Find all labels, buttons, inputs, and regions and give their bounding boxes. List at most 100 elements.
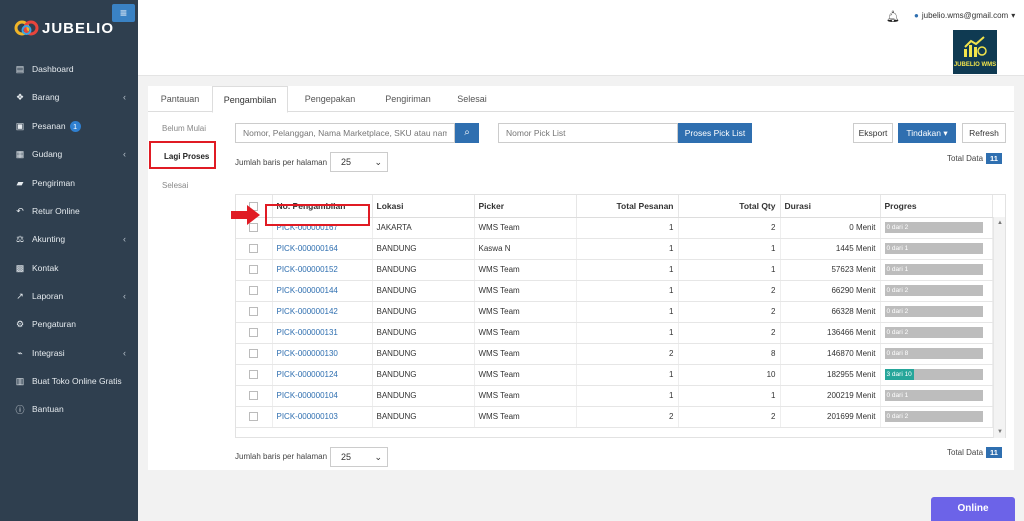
cell-total-qty: 2	[678, 217, 781, 239]
truck-icon: ▰	[16, 177, 24, 188]
row-checkbox[interactable]	[249, 412, 259, 422]
col-lokasi[interactable]: Lokasi	[372, 195, 475, 218]
cell-no-pengambilan: PICK-000000124	[272, 364, 373, 386]
pick-number-link[interactable]: PICK-000000103	[277, 412, 338, 421]
sidebar-item-kontak[interactable]: ▩ Kontak	[0, 257, 138, 279]
table-row[interactable]: PICK-000000103 BANDUNG WMS Team 2 2 201699 Me…	[236, 406, 993, 428]
picklist-number-input[interactable]	[498, 123, 678, 143]
table-scrollbar[interactable]: ▲ ▼	[993, 217, 1005, 438]
scroll-up-icon[interactable]: ▲	[997, 220, 1003, 226]
substep-selesai[interactable]: Selesai	[162, 181, 188, 190]
tab-selesai[interactable]: Selesai	[444, 86, 500, 112]
substep-belum-mulai[interactable]: Belum Mulai	[162, 124, 206, 133]
cell-total-pesanan: 1	[576, 238, 679, 260]
tab-pengiriman[interactable]: Pengiriman	[370, 86, 446, 112]
sidebar-item-pengiriman[interactable]: ▰ Pengiriman	[0, 172, 138, 194]
progress-bar: 0 dari 2	[884, 327, 983, 338]
chart-area-icon: ▤	[15, 63, 25, 74]
sidebar-item-label: Buat Toko Online Gratis	[32, 376, 122, 386]
row-checkbox[interactable]	[249, 307, 259, 317]
tab-pengepakan[interactable]: Pengepakan	[292, 86, 368, 112]
cell-picker: WMS Team	[474, 301, 577, 323]
pick-number-link[interactable]: PICK-000000144	[277, 286, 338, 295]
user-menu[interactable]: ● jubelio.wms@gmail.com ▾	[914, 11, 1015, 20]
tab-pengambilan[interactable]: Pengambilan	[212, 86, 288, 113]
pick-number-link[interactable]: PICK-000000104	[277, 391, 338, 400]
row-checkbox[interactable]	[249, 370, 259, 380]
total-data-label-bottom: Total Data	[947, 448, 984, 457]
cell-picker: WMS Team	[474, 322, 577, 344]
search-input[interactable]	[235, 123, 455, 143]
row-checkbox[interactable]	[249, 349, 259, 359]
table-row[interactable]: PICK-000000104 BANDUNG WMS Team 1 1 200219 Me…	[236, 385, 993, 407]
progress-bar: 0 dari 2	[884, 306, 983, 317]
scroll-down-icon[interactable]: ▼	[997, 429, 1003, 435]
brand-name: JUBELIO	[42, 20, 115, 37]
col-progres[interactable]: Progres	[880, 195, 993, 218]
proses-pick-list-button[interactable]: Proses Pick List	[678, 123, 752, 143]
pick-list-table: No. Pengambilan Lokasi Picker Total Pesa…	[235, 194, 1006, 438]
cell-lokasi: BANDUNG	[372, 385, 475, 407]
sidebar-item-retur-online[interactable]: ↶ Retur Online	[0, 200, 138, 222]
sidebar-item-akunting[interactable]: ⚖ Akunting ‹	[0, 228, 138, 250]
question-circle-icon: ⓘ	[15, 404, 25, 415]
sidebar-item-label: Pengaturan	[32, 319, 76, 329]
chevron-left-icon: ‹	[123, 149, 126, 159]
sidebar-item-dashboard[interactable]: ▤ Dashboard	[0, 58, 138, 80]
row-checkbox[interactable]	[249, 391, 259, 401]
sidebar-item-pengaturan[interactable]: ⚙ Pengaturan	[0, 313, 138, 335]
col-durasi[interactable]: Durasi	[780, 195, 881, 218]
sidebar-item-integrasi[interactable]: ⌁ Integrasi ‹	[0, 342, 138, 364]
cell-durasi: 66290 Menit	[780, 280, 881, 302]
search-button[interactable]: ⌕	[455, 123, 479, 143]
sidebar-item-laporan[interactable]: ↗ Laporan ‹	[0, 285, 138, 307]
refresh-button[interactable]: Refresh	[962, 123, 1006, 143]
pick-number-link[interactable]: PICK-000000130	[277, 349, 338, 358]
sidebar-item-label: Pesanan	[32, 121, 66, 131]
progress-bar: 0 dari 1	[884, 243, 983, 254]
bell-icon[interactable]: 🔔︎	[886, 10, 900, 23]
cell-no-pengambilan: PICK-000000152	[272, 259, 373, 281]
col-picker[interactable]: Picker	[474, 195, 577, 218]
sidebar-item-barang[interactable]: ❖ Barang ‹	[0, 86, 138, 108]
table-row[interactable]: PICK-000000131 BANDUNG WMS Team 1 2 136466 Me…	[236, 322, 993, 344]
cell-durasi: 1445 Menit	[780, 238, 881, 260]
col-total-qty[interactable]: Total Qty	[678, 195, 781, 218]
tindakan-dropdown-button[interactable]: Tindakan ▾	[898, 123, 956, 143]
eksport-button[interactable]: Eksport	[853, 123, 893, 143]
table-row[interactable]: PICK-000000124 BANDUNG WMS Team 1 10 182955 M…	[236, 364, 993, 386]
table-row[interactable]: PICK-000000130 BANDUNG WMS Team 2 8 146870 Me…	[236, 343, 993, 365]
pesanan-count-badge: 1	[69, 120, 81, 132]
cell-progres: 0 dari 8	[880, 343, 993, 365]
sidebar-item-buat-toko-online-gratis[interactable]: ▥ Buat Toko Online Gratis	[0, 370, 138, 392]
rows-per-page-select-bottom[interactable]: 25 ⌄	[330, 447, 388, 467]
row-checkbox[interactable]	[249, 286, 259, 296]
col-total-pesanan[interactable]: Total Pesanan	[576, 195, 679, 218]
pick-number-link[interactable]: PICK-000000124	[277, 370, 338, 379]
cell-progres: 0 dari 2	[880, 217, 993, 239]
cell-lokasi: BANDUNG	[372, 280, 475, 302]
row-checkbox[interactable]	[249, 244, 259, 254]
row-checkbox[interactable]	[249, 328, 259, 338]
online-status-button[interactable]: Online	[931, 497, 1015, 521]
table-row[interactable]: PICK-000000144 BANDUNG WMS Team 1 2 66290 Men…	[236, 280, 993, 302]
row-checkbox[interactable]	[249, 265, 259, 275]
pick-number-link[interactable]: PICK-000000142	[277, 307, 338, 316]
cell-no-pengambilan: PICK-000000130	[272, 343, 373, 365]
rows-per-page-select[interactable]: 25 ⌄	[330, 152, 388, 172]
table-row[interactable]: PICK-000000164 BANDUNG Kaswa N 1 1 1445 Menit…	[236, 238, 993, 260]
cart-icon: ▥	[15, 375, 25, 386]
pick-number-link[interactable]: PICK-000000164	[277, 244, 338, 253]
sidebar-item-bantuan[interactable]: ⓘ Bantuan	[0, 398, 138, 420]
table-row[interactable]: PICK-000000142 BANDUNG WMS Team 1 2 66328 Men…	[236, 301, 993, 323]
pick-number-link[interactable]: PICK-000000152	[277, 265, 338, 274]
row-select-cell	[236, 259, 273, 281]
sidebar-item-pesanan[interactable]: ▣ Pesanan 1	[0, 115, 138, 137]
pick-number-link[interactable]: PICK-000000131	[277, 328, 338, 337]
balance-scale-icon: ⚖	[15, 233, 25, 244]
sidebar-item-gudang[interactable]: ▦ Gudang ‹	[0, 143, 138, 165]
table-row[interactable]: PICK-000000152 BANDUNG WMS Team 1 1 57623 Men…	[236, 259, 993, 281]
menu-toggle-button[interactable]: ≡	[112, 4, 135, 22]
progress-label: 0 dari 1	[886, 266, 909, 273]
tab-pantauan[interactable]: Pantauan	[152, 86, 208, 112]
